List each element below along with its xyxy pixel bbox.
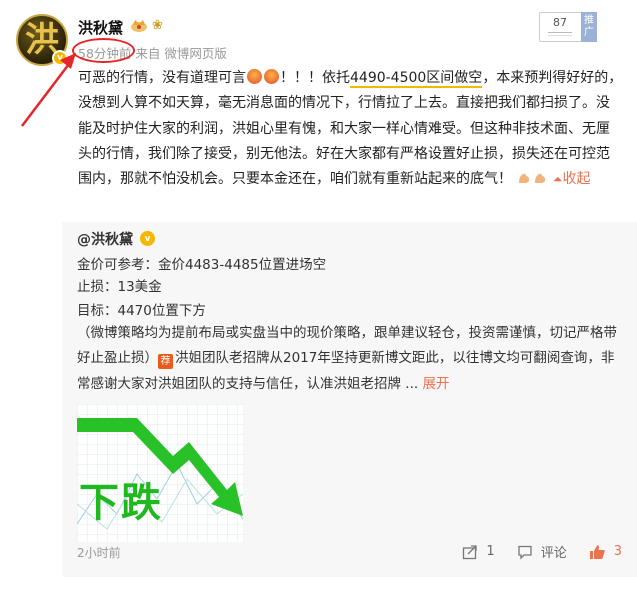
time-annotation-circle xyxy=(72,38,135,63)
repost-disclaimer: （微博策略均为提前布局或实盘当中的现价策略，跟单建议轻仓，投资需谨慎，切记严格带… xyxy=(77,321,625,397)
flex-arm-emoji-icon xyxy=(535,173,546,184)
crown-icon[interactable] xyxy=(130,17,148,33)
repost-actions: 1 评论 3 xyxy=(440,542,622,561)
angry-emoji-icon xyxy=(264,69,279,84)
post-text: 可恶的行情，没有道理可言 ！！！依托4490-4500区间做空，本来预判得好好的，… xyxy=(78,66,623,192)
recruit-icon: 荐 xyxy=(158,354,173,370)
collapse-link[interactable]: 收起 xyxy=(563,171,591,187)
repost-line-entry: 金价可参考：金价4483-4485位置进场空 xyxy=(77,257,327,273)
promo-box[interactable]: 87 推广 xyxy=(539,12,597,42)
repost-author[interactable]: @洪秋黛 xyxy=(77,229,133,249)
post-source: 来自 微博网页版 xyxy=(135,46,227,61)
comment-button[interactable]: 评论 xyxy=(517,542,567,561)
repost-verified-badge: v xyxy=(140,231,155,246)
promo-tag: 推广 xyxy=(581,12,597,42)
repost-count: 1 xyxy=(486,544,495,559)
author-name[interactable]: 洪秋黛 xyxy=(78,17,123,38)
promo-count: 87 xyxy=(553,16,567,29)
post-text-part1: 可恶的行情，没有道理可言 xyxy=(78,70,246,86)
thumbs-up-icon xyxy=(589,544,605,559)
share-icon xyxy=(463,544,478,559)
comment-label: 评论 xyxy=(540,546,567,561)
repost-line-target: 目标：4470位置下方 xyxy=(77,303,206,319)
like-count: 3 xyxy=(613,544,622,559)
post-text-highlight: 4490-4500区间做空 xyxy=(350,70,483,88)
collapse-icon[interactable]: ⏶ xyxy=(553,172,563,186)
expand-link[interactable]: 展开 xyxy=(422,376,449,392)
repost-time[interactable]: 2小时前 xyxy=(77,544,121,561)
verified-badge: v xyxy=(52,50,68,66)
flower-icon[interactable]: ❀ xyxy=(152,18,163,33)
like-button[interactable]: 3 xyxy=(589,544,622,560)
repost-image[interactable]: 下跌 xyxy=(77,404,243,542)
repost-button[interactable]: 1 xyxy=(462,544,495,560)
post-text-part2: ！！！依托 xyxy=(280,70,350,86)
angry-emoji-icon xyxy=(247,69,262,84)
repost-card[interactable]: @洪秋黛 v 金价可参考：金价4483-4485位置进场空 止损：13美金 目标… xyxy=(62,222,637,577)
flex-arm-emoji-icon xyxy=(519,173,530,184)
repost-line-stoploss: 止损：13美金 xyxy=(77,279,162,295)
comment-icon xyxy=(518,545,532,560)
promo-divider-2 xyxy=(548,35,572,36)
promo-divider xyxy=(548,32,572,33)
repost-image-label: 下跌 xyxy=(79,480,163,526)
